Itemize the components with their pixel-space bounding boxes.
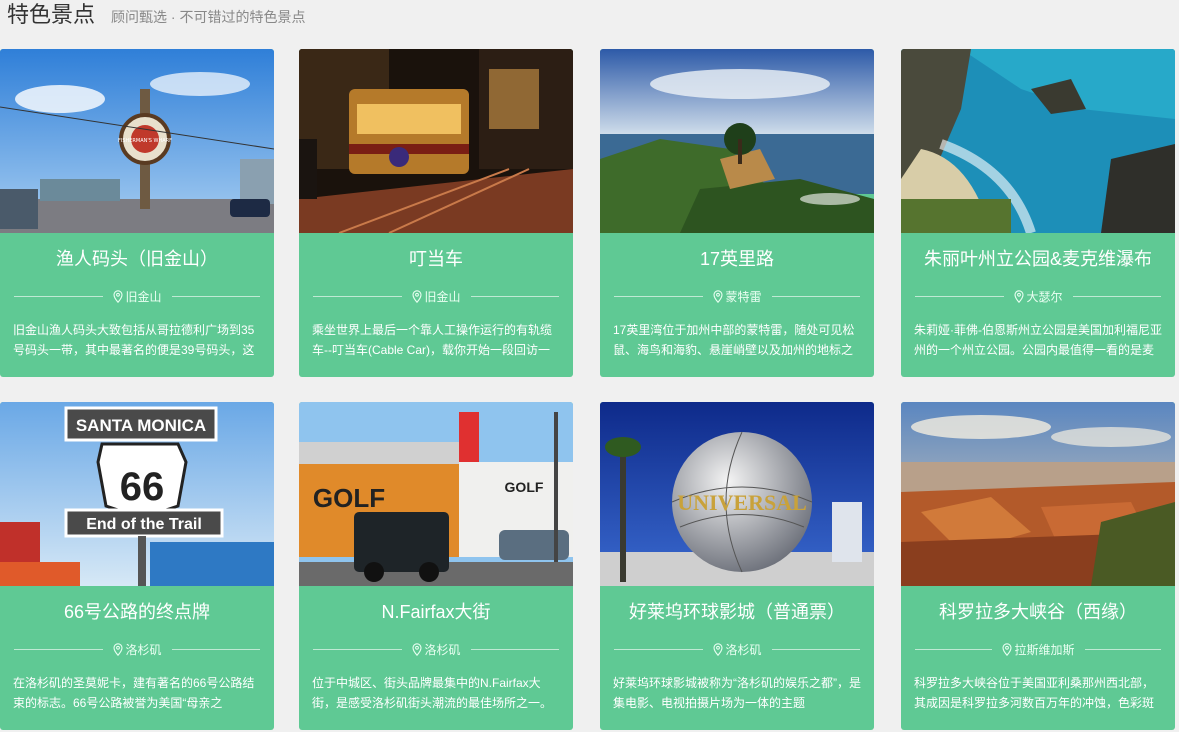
- location-label: 洛杉矶: [411, 641, 461, 658]
- location-text: 蒙特雷: [725, 289, 762, 304]
- location-row: 拉斯维加斯: [915, 640, 1162, 658]
- divider-line: [915, 295, 1004, 297]
- location-row: 洛杉矶: [313, 640, 560, 658]
- attraction-description: 在洛杉矶的圣莫妮卡，建有著名的66号公路结束的标志。66号公路被誉为美国“母亲之: [13, 676, 255, 710]
- mcway-falls-image: [901, 49, 1175, 233]
- attraction-photo[interactable]: [600, 49, 874, 233]
- 17-mile-drive-image: [600, 49, 874, 233]
- location-label: 蒙特雷: [712, 288, 762, 305]
- divider-line: [915, 648, 992, 650]
- location-label: 旧金山: [411, 288, 461, 305]
- location-text: 洛杉矶: [725, 642, 762, 657]
- sign-bottom-text: End of the Trail: [86, 516, 202, 533]
- attraction-description: 朱莉娅·菲佛-伯恩斯州立公园是美国加利福尼亚州的一个州立公园。公园内最值得一看的…: [914, 323, 1162, 357]
- divider-line: [771, 648, 861, 650]
- location-text: 旧金山: [125, 289, 162, 304]
- attraction-description: 17英里湾位于加州中部的蒙特雷，随处可见松鼠、海鸟和海豹、悬崖峭壁以及加州的地标…: [613, 323, 855, 357]
- location-row: 大瑟尔: [915, 287, 1162, 305]
- location-row: 旧金山: [14, 287, 261, 305]
- divider-line: [771, 295, 861, 297]
- attraction-card-route-66-end[interactable]: SANTA MONICA 66 End of the Trail 66号公路的终…: [0, 402, 274, 730]
- location-row: 洛杉矶: [14, 640, 261, 658]
- attraction-card-17-mile-drive[interactable]: 17英里路 蒙特雷 17英里湾位于加州中部的蒙特雷，随处可见松鼠、海鸟和海豹、悬…: [600, 49, 874, 377]
- map-pin-icon: [112, 289, 123, 303]
- golf-sign-small-text: GOLF: [505, 479, 544, 495]
- location-label: 洛杉矶: [112, 641, 162, 658]
- attraction-card-n-fairfax[interactable]: GOLF GOLF N.Fairfax大街 洛杉矶 位于中城区、街头品牌最集中的…: [299, 402, 573, 730]
- location-label: 大瑟尔: [1013, 288, 1063, 305]
- attraction-card-fishermans-wharf[interactable]: FISHERMAN'S WHARF 渔人码头（旧金山） 旧金山 旧金山渔人码头大…: [0, 49, 274, 377]
- divider-line: [171, 648, 261, 650]
- universal-globe-image: UNIVERSAL: [600, 402, 874, 586]
- attraction-photo[interactable]: [901, 402, 1175, 586]
- attraction-photo[interactable]: FISHERMAN'S WHARF: [0, 49, 274, 233]
- divider-line: [614, 648, 703, 650]
- map-pin-icon: [1001, 642, 1012, 656]
- map-pin-icon: [411, 289, 422, 303]
- divider-line: [470, 648, 560, 650]
- location-label: 拉斯维加斯: [1001, 641, 1075, 658]
- section-header: 特色景点 顾问甄选 · 不可错过的特色景点: [0, 0, 305, 32]
- grand-canyon-image: [901, 402, 1175, 586]
- attraction-card-mcway-falls[interactable]: 朱丽叶州立公园&麦克维瀑布 大瑟尔 朱莉娅·菲佛-伯恩斯州立公园是美国加利福尼亚…: [901, 49, 1175, 377]
- universal-globe-text: UNIVERSAL: [677, 490, 807, 515]
- attraction-description: 位于中城区、街头品牌最集中的N.Fairfax大街，是感受洛杉矶街头潮流的最佳场…: [312, 676, 553, 710]
- divider-line: [1072, 295, 1162, 297]
- attraction-name[interactable]: 17英里路: [600, 247, 874, 271]
- golf-sign-text: GOLF: [313, 483, 385, 513]
- attraction-name[interactable]: 渔人码头（旧金山）: [0, 247, 274, 271]
- map-pin-icon: [411, 642, 422, 656]
- attraction-name[interactable]: 叮当车: [299, 247, 573, 271]
- wharf-sign-text: FISHERMAN'S WHARF: [118, 138, 172, 144]
- attraction-photo[interactable]: GOLF GOLF: [299, 402, 573, 586]
- attraction-description: 旧金山渔人码头大致包括从哥拉德利广场到35号码头一带，其中最著名的便是39号码头…: [13, 323, 255, 357]
- location-row: 洛杉矶: [614, 640, 861, 658]
- section-title: 特色景点: [7, 2, 96, 27]
- divider-line: [470, 295, 560, 297]
- attraction-card-cable-car[interactable]: 叮当车 旧金山 乘坐世界上最后一个靠人工操作运行的有轨缆车--叮当车(Cable…: [299, 49, 573, 377]
- location-text: 洛杉矶: [125, 642, 162, 657]
- attraction-card-grand-canyon-west[interactable]: 科罗拉多大峡谷（西缘） 拉斯维加斯 科罗拉多大峡谷位于美国亚利桑那州西北部，其成…: [901, 402, 1175, 730]
- attraction-name[interactable]: 好莱坞环球影城（普通票）: [600, 600, 874, 624]
- location-text: 大瑟尔: [1026, 289, 1063, 304]
- location-row: 蒙特雷: [614, 287, 861, 305]
- attraction-name[interactable]: 66号公路的终点牌: [0, 600, 274, 624]
- route-66-sign-image: SANTA MONICA 66 End of the Trail: [0, 402, 274, 586]
- section-subtitle: 顾问甄选 · 不可错过的特色景点: [111, 9, 306, 25]
- sign-top-text: SANTA MONICA: [76, 416, 206, 435]
- divider-line: [171, 295, 261, 297]
- divider-line: [313, 295, 402, 297]
- map-pin-icon: [1013, 289, 1024, 303]
- map-pin-icon: [112, 642, 123, 656]
- attraction-name[interactable]: N.Fairfax大街: [299, 600, 573, 624]
- attraction-photo[interactable]: [299, 49, 573, 233]
- attraction-description: 科罗拉多大峡谷位于美国亚利桑那州西北部，其成因是科罗拉多河数百万年的冲蚀，色彩斑: [914, 676, 1155, 710]
- divider-line: [313, 648, 402, 650]
- divider-line: [14, 295, 103, 297]
- divider-line: [1084, 648, 1162, 650]
- attraction-photo[interactable]: [901, 49, 1175, 233]
- location-row: 旧金山: [313, 287, 560, 305]
- attraction-description: 好莱坞环球影城被称为“洛杉矶的娱乐之都”，是集电影、电视拍摄片场为一体的主题: [613, 676, 861, 710]
- location-label: 旧金山: [112, 288, 162, 305]
- attraction-description: 乘坐世界上最后一个靠人工操作运行的有轨缆车--叮当车(Cable Car)，载你…: [312, 323, 553, 357]
- sign-number-text: 66: [120, 465, 165, 509]
- location-text: 拉斯维加斯: [1014, 642, 1075, 657]
- map-pin-icon: [712, 289, 723, 303]
- location-text: 旧金山: [424, 289, 461, 304]
- divider-line: [14, 648, 103, 650]
- attraction-name[interactable]: 科罗拉多大峡谷（西缘）: [901, 600, 1175, 624]
- attraction-name[interactable]: 朱丽叶州立公园&麦克维瀑布: [901, 247, 1175, 271]
- n-fairfax-street-image: GOLF GOLF: [299, 402, 573, 586]
- attraction-photo[interactable]: UNIVERSAL: [600, 402, 874, 586]
- location-label: 洛杉矶: [712, 641, 762, 658]
- location-text: 洛杉矶: [424, 642, 461, 657]
- attraction-card-universal-studios[interactable]: UNIVERSAL 好莱坞环球影城（普通票） 洛杉矶 好莱坞环球影城被称为“洛杉…: [600, 402, 874, 730]
- map-pin-icon: [712, 642, 723, 656]
- attraction-photo[interactable]: SANTA MONICA 66 End of the Trail: [0, 402, 274, 586]
- fishermans-wharf-image: FISHERMAN'S WHARF: [0, 49, 274, 233]
- divider-line: [614, 295, 703, 297]
- cable-car-image: [299, 49, 573, 233]
